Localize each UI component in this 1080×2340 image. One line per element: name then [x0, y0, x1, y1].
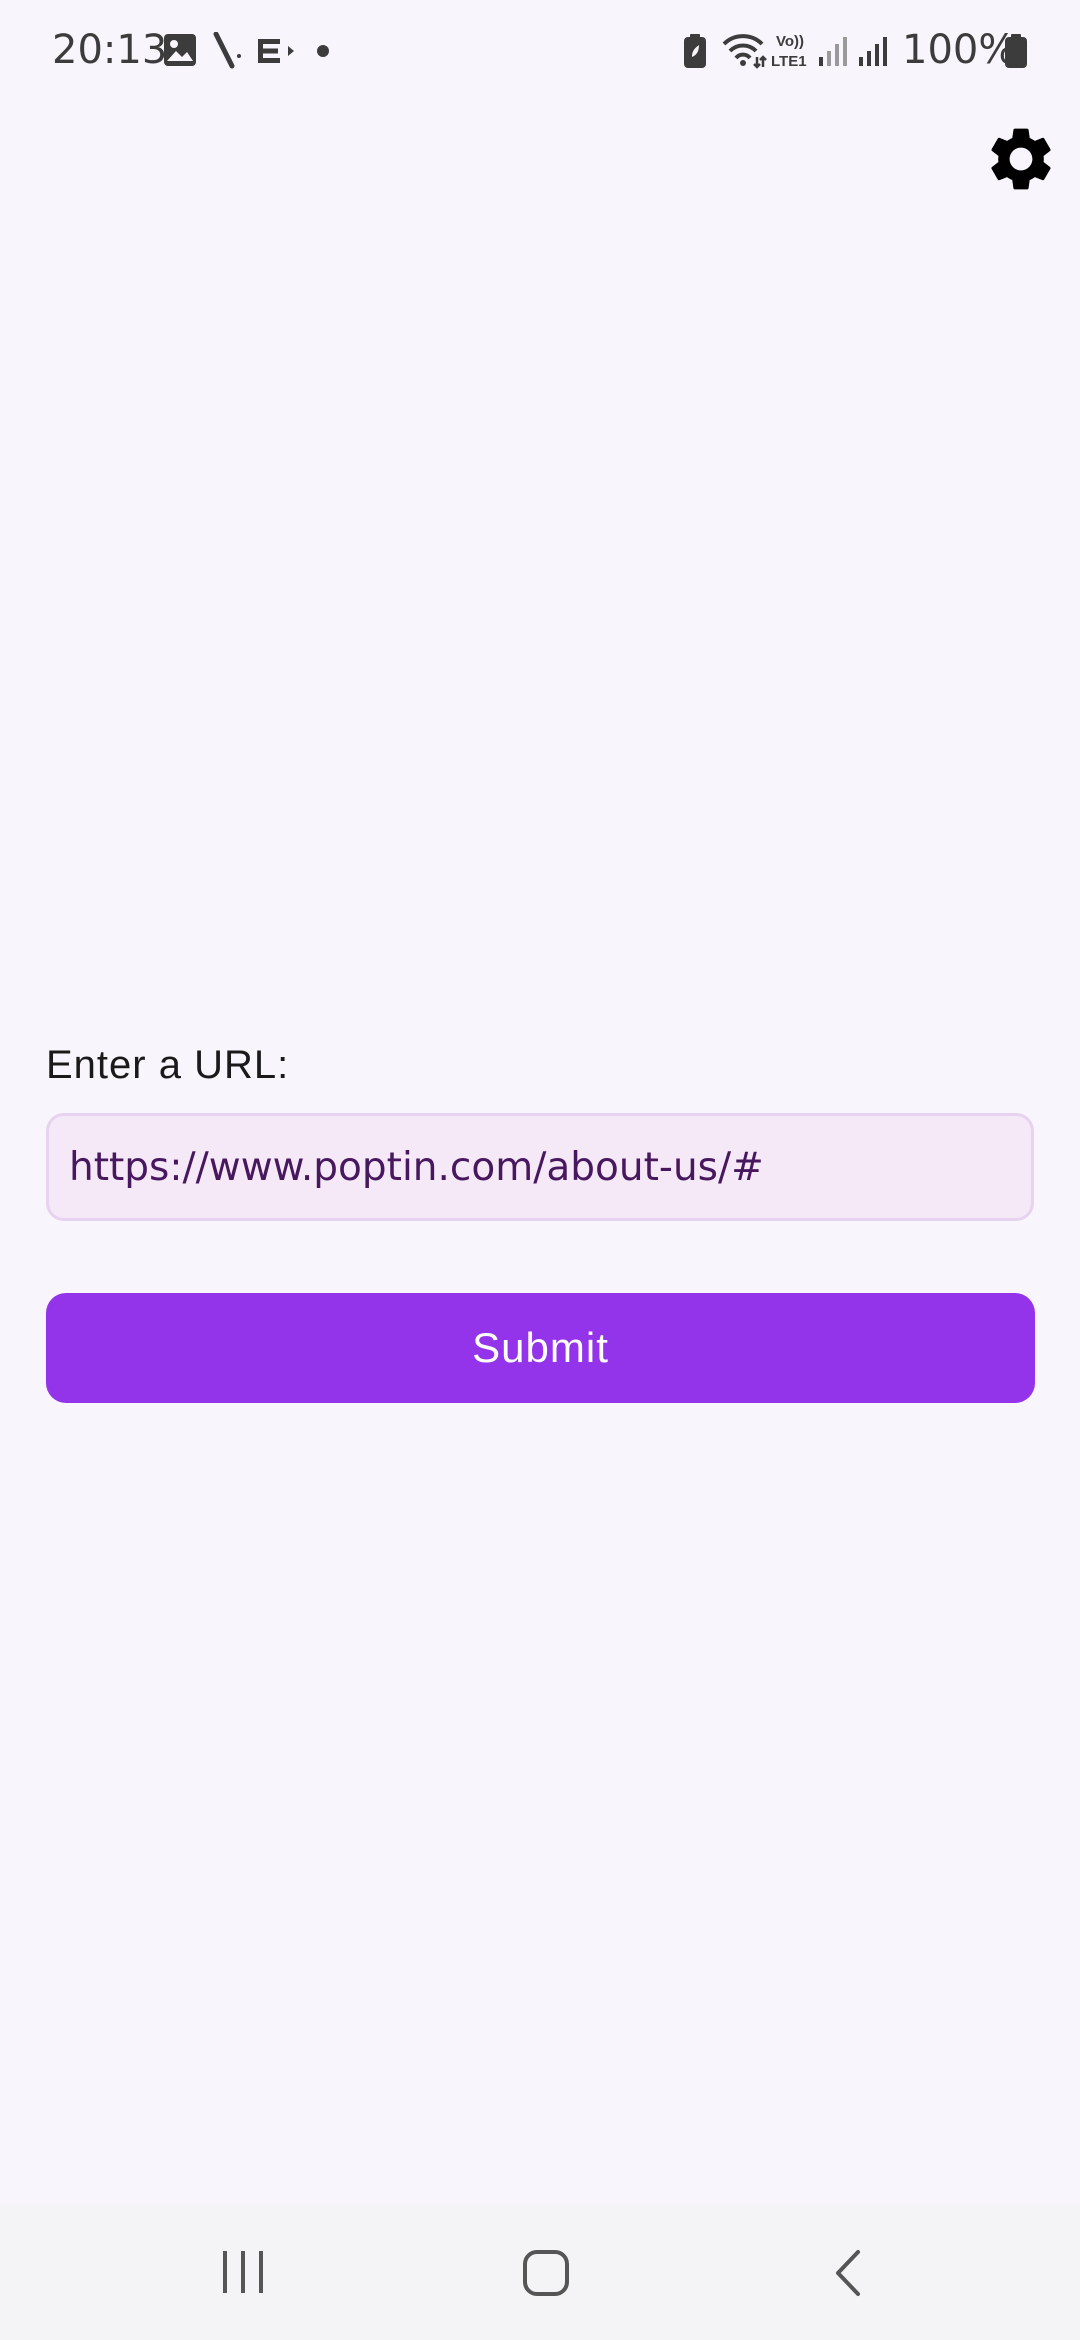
- status-bar: 20:13 Vo)) LTE1 100%: [0, 0, 1080, 100]
- volte-bottom-text: LTE1: [771, 53, 807, 70]
- back-button[interactable]: [768, 2204, 928, 2340]
- gallery-icon: [164, 34, 196, 66]
- back-icon: [836, 2250, 860, 2296]
- battery-icon: [1005, 34, 1027, 68]
- recent-apps-button[interactable]: [163, 2204, 323, 2340]
- signal-icon: [819, 37, 847, 66]
- navigation-bar: [0, 2204, 1080, 2340]
- url-label: Enter a URL:: [46, 1043, 290, 1087]
- signal-icon: [859, 37, 887, 66]
- home-icon: [523, 2250, 569, 2296]
- media-output-icon: [258, 39, 294, 63]
- status-time: 20:13: [52, 27, 168, 73]
- signal-app-icon: [213, 32, 241, 69]
- dot-icon: [317, 45, 329, 57]
- battery-percent: 100%: [902, 27, 1017, 73]
- submit-button[interactable]: Submit: [46, 1293, 1035, 1403]
- battery-saver-icon: [684, 34, 706, 68]
- volte-top-text: Vo)): [776, 33, 804, 50]
- wifi-icon: [722, 34, 767, 69]
- settings-button[interactable]: [983, 121, 1059, 197]
- home-button[interactable]: [466, 2204, 626, 2340]
- recent-apps-icon: [223, 2251, 263, 2293]
- url-input[interactable]: [46, 1113, 1034, 1221]
- volte-lte1-icon: Vo)) LTE1: [771, 33, 807, 70]
- gear-icon: [991, 128, 1051, 190]
